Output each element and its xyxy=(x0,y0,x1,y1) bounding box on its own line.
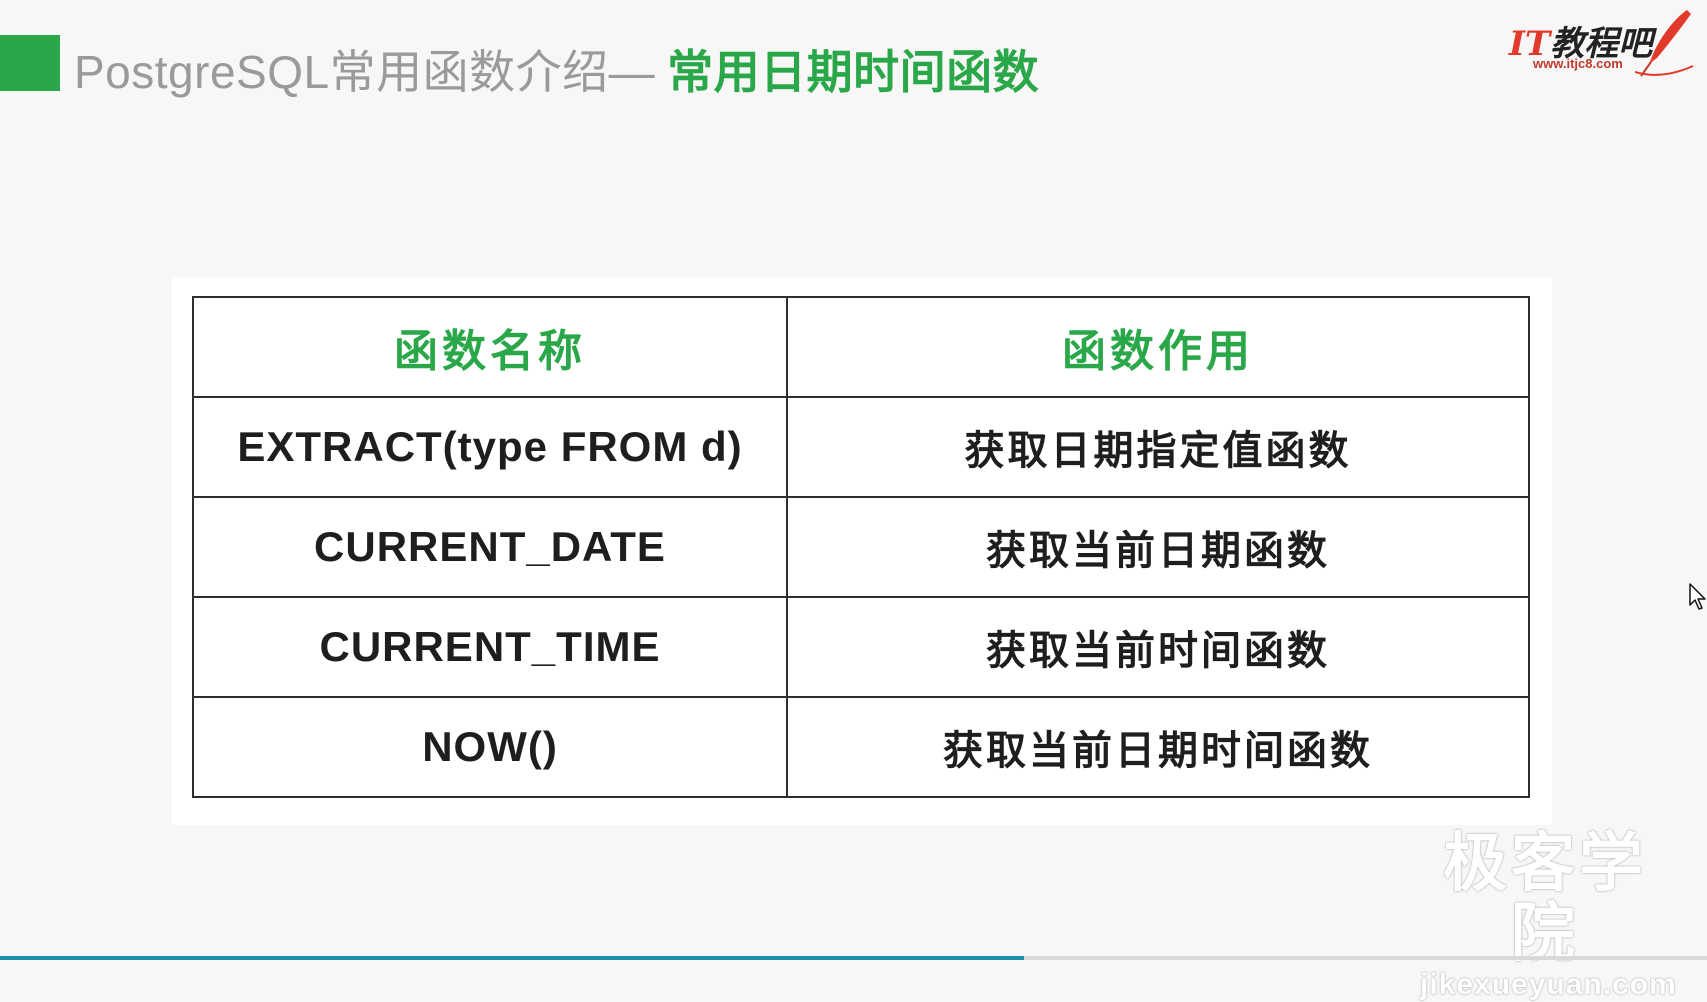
function-desc-cell: 获取当前日期函数 xyxy=(786,496,1530,598)
header-function-name: 函数名称 xyxy=(192,296,788,398)
function-name-cell: EXTRACT(type FROM d) xyxy=(192,396,788,498)
table-row: CURRENT_DATE 获取当前日期函数 xyxy=(192,496,1530,598)
table-row: EXTRACT(type FROM d) 获取日期指定值函数 xyxy=(192,396,1530,498)
function-name-cell: NOW() xyxy=(192,696,788,798)
video-progress-fill xyxy=(0,956,1025,960)
title-accent-square xyxy=(0,35,60,91)
function-desc-cell: 获取当前时间函数 xyxy=(786,596,1530,698)
watermark: 极客学院 jikexueyuan.com xyxy=(1420,827,1677,1002)
title-prefix: PostgreSQL常用函数介绍— xyxy=(74,46,656,98)
table-row: CURRENT_TIME 获取当前时间函数 xyxy=(192,596,1530,698)
function-desc-cell: 获取日期指定值函数 xyxy=(786,396,1530,498)
table-row: NOW() 获取当前日期时间函数 xyxy=(192,696,1530,798)
quill-pen-icon xyxy=(1635,10,1694,77)
mouse-cursor-icon xyxy=(1689,583,1706,610)
table-header-row: 函数名称 函数作用 xyxy=(192,296,1530,398)
site-logo: IT教程吧 www.itjc8.com xyxy=(1505,8,1695,83)
function-desc-cell: 获取当前日期时间函数 xyxy=(786,696,1530,798)
watermark-cn: 极客学院 xyxy=(1443,827,1647,969)
function-name-cell: CURRENT_TIME xyxy=(192,596,788,698)
function-name-cell: CURRENT_DATE xyxy=(192,496,788,598)
functions-table: 函数名称 函数作用 EXTRACT(type FROM d) 获取日期指定值函数… xyxy=(192,296,1530,798)
slide-title: PostgreSQL常用函数介绍— 常用日期时间函数 xyxy=(74,44,1039,100)
header-function-purpose: 函数作用 xyxy=(786,296,1530,398)
content-card: 函数名称 函数作用 EXTRACT(type FROM d) 获取日期指定值函数… xyxy=(172,277,1552,825)
title-highlight: 常用日期时间函数 xyxy=(667,46,1040,98)
watermark-en: jikexueyuan.com xyxy=(1420,968,1677,1001)
video-progress-bar[interactable] xyxy=(0,956,1707,960)
slide-title-bar: PostgreSQL常用函数介绍— 常用日期时间函数 xyxy=(0,20,1200,100)
logo-url: www.itjc8.com xyxy=(1533,56,1623,71)
